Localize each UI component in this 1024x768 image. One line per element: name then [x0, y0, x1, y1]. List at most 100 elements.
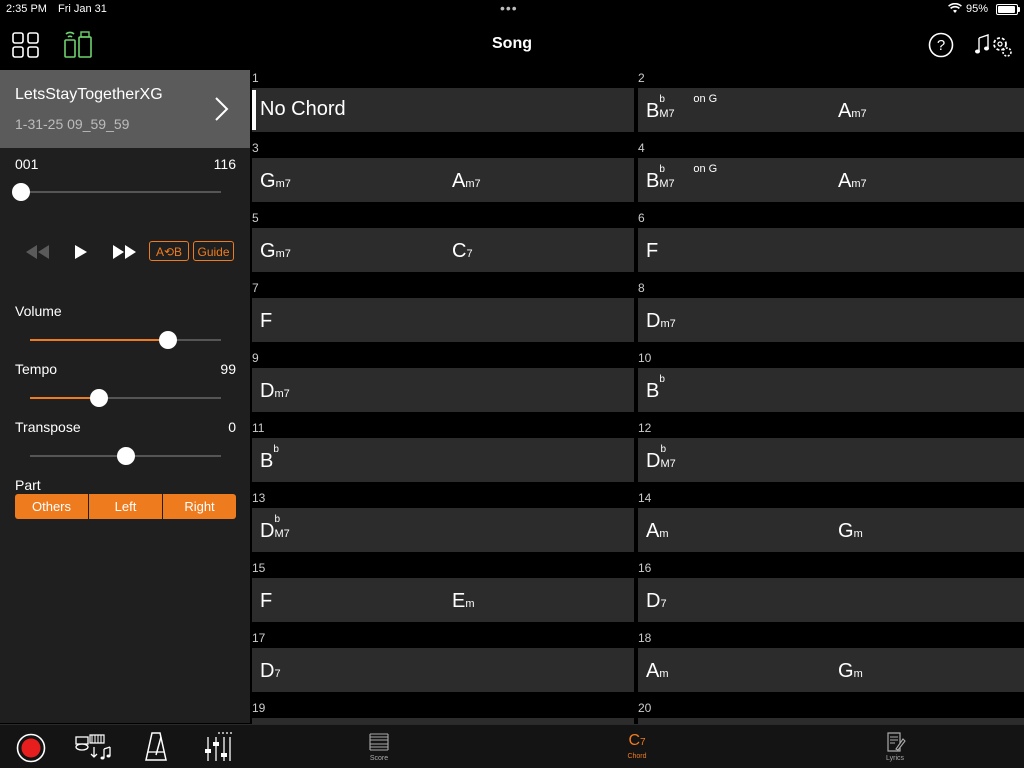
play-icon[interactable] [74, 244, 88, 265]
status-bar: 2:35 PM Fri Jan 31 ••• 95% [0, 0, 1024, 20]
chord-symbol: Am [646, 660, 669, 683]
chord-accidental: b [273, 444, 279, 455]
chord-bar-cell[interactable]: Dm7 [252, 368, 634, 412]
bar-number: 6 [638, 211, 645, 225]
bar-number: 16 [638, 561, 652, 575]
chord-symbol: Am7 [838, 170, 867, 193]
chord-root: D [260, 660, 275, 682]
bar-number: 20 [638, 701, 652, 715]
chord-root: F [646, 240, 659, 262]
chord-bar-cell[interactable]: Db M7 [638, 438, 1024, 482]
status-date: Fri Jan 31 [58, 3, 107, 15]
chord-symbol: Gm [838, 520, 863, 543]
chord-symbol: F [260, 310, 272, 333]
bar-number: 4 [638, 141, 645, 155]
bar-number: 13 [252, 491, 266, 505]
bar-number: 15 [252, 561, 266, 575]
tab-score-label: Score [369, 755, 389, 762]
record-icon[interactable] [16, 733, 46, 768]
chord-bar-cell[interactable]: Am Gm [638, 648, 1024, 692]
chord-root: D [260, 520, 275, 542]
battery-percent: 95% [966, 3, 989, 15]
fast-forward-icon[interactable] [112, 244, 138, 265]
chord-symbol: Am7 [452, 170, 481, 193]
tab-chord[interactable]: C7 Chord [597, 731, 677, 760]
chord-symbol: Dm7 [260, 380, 290, 403]
chord-quality: m7 [465, 178, 481, 190]
playback-cursor [252, 90, 256, 130]
chord-bar-cell[interactable]: Am Gm [638, 508, 1024, 552]
chord-bar-cell[interactable]: D7 [638, 578, 1024, 622]
position-start: 001 [15, 156, 39, 172]
chord-root: D [646, 310, 661, 332]
chord-quality: m7 [851, 108, 867, 120]
tab-bar: Score C7 Chord Lyrics [250, 724, 1024, 768]
tab-lyrics[interactable]: Lyrics [855, 731, 935, 762]
mixer-icon[interactable] [204, 731, 234, 768]
status-time: 2:35 PM [6, 3, 47, 15]
chord-symbol: Bb M7 on G [646, 163, 717, 193]
svg-text:?: ? [937, 37, 945, 54]
tempo-label: Tempo [15, 361, 58, 377]
volume-slider[interactable] [30, 331, 221, 349]
chord-bar-cell[interactable]: Bb M7 on G Am7 [638, 88, 1024, 132]
chord-root: G [260, 170, 276, 192]
chord-bar-cell[interactable]: Dm7 [638, 298, 1024, 342]
chord-bar-cell[interactable]: Bb M7 on G Am7 [638, 158, 1024, 202]
song-selector[interactable]: LetsStayTogetherXG 1-31-25 09_59_59 [0, 70, 250, 148]
chord-on-bass: on G [693, 93, 718, 105]
transpose-value: 0 [228, 419, 236, 435]
bar-number: 10 [638, 351, 652, 365]
volume-label: Volume [15, 303, 62, 319]
chord-root: A [646, 520, 660, 542]
ab-repeat-button[interactable]: A⟲B [149, 241, 189, 261]
chord-quality: M7 [660, 458, 676, 470]
position-slider[interactable] [12, 183, 221, 201]
chord-quality: m [853, 668, 863, 680]
chord-bar-cell[interactable]: D7 [252, 648, 634, 692]
tab-lyrics-label: Lyrics [885, 755, 905, 762]
metronome-icon[interactable] [144, 731, 168, 768]
audio-to-score-icon[interactable] [74, 731, 114, 768]
chord-symbol: C7 [452, 240, 473, 263]
chord-bar-cell[interactable]: Db M7 [252, 508, 634, 552]
chord-root: B [646, 100, 660, 122]
chord-symbol: Bb M7 on G [646, 93, 717, 123]
chord-bar-cell[interactable]: Bb [252, 438, 634, 482]
song-settings-icon[interactable] [974, 30, 1014, 65]
bar-number: 12 [638, 421, 652, 435]
transpose-label: Transpose [15, 419, 81, 435]
part-right-button[interactable]: Right [163, 494, 236, 519]
chevron-right-icon [214, 96, 230, 127]
transpose-slider[interactable] [30, 447, 221, 465]
chord-bar-cell[interactable]: F [252, 298, 634, 342]
chord-quality: m7 [275, 178, 291, 190]
multitasking-dots-icon[interactable]: ••• [500, 0, 518, 16]
chord-symbol: Db M7 [646, 444, 676, 473]
tab-chord-label: Chord [627, 753, 647, 760]
part-left-button[interactable]: Left [89, 494, 163, 519]
tempo-slider[interactable] [30, 389, 221, 407]
chord-symbol: Am7 [838, 100, 867, 123]
chord-symbol: F [260, 590, 272, 613]
chord-root: D [646, 450, 661, 472]
chord-root: B [646, 380, 660, 402]
chord-symbol: Em [452, 590, 475, 613]
chord-bar-cell[interactable]: Bb [638, 368, 1024, 412]
help-icon[interactable]: ? [928, 32, 954, 63]
chord-bar-cell[interactable]: Gm7 Am7 [252, 158, 634, 202]
part-others-button[interactable]: Others [15, 494, 89, 519]
rewind-icon[interactable] [24, 244, 50, 265]
bar-number: 18 [638, 631, 652, 645]
bar-number: 5 [252, 211, 259, 225]
chord-symbol: Db M7 [260, 514, 290, 543]
chord-bar-cell[interactable]: F Em [252, 578, 634, 622]
tempo-value: 99 [220, 361, 236, 377]
chord-bar-cell[interactable]: F [638, 228, 1024, 272]
chord-accidental: b [660, 444, 667, 455]
guide-button[interactable]: Guide [193, 241, 234, 261]
chord-bar-cell[interactable]: Gm7 C7 [252, 228, 634, 272]
chord-bar-cell[interactable]: No Chord [252, 88, 634, 132]
chord-root: D [646, 590, 661, 612]
tab-score[interactable]: Score [339, 731, 419, 762]
